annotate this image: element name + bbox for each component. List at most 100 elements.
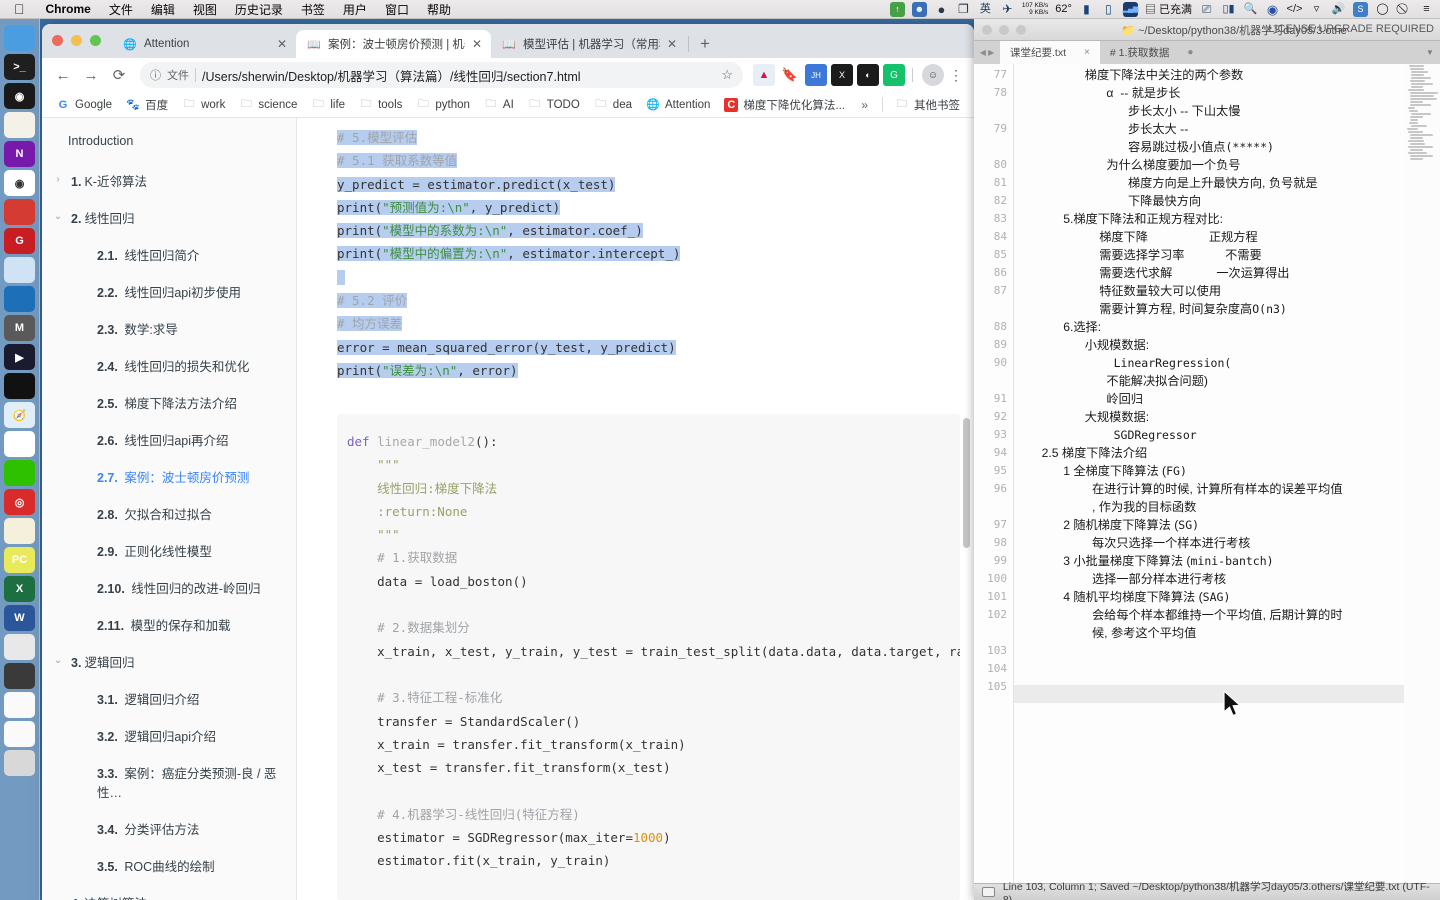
sidebar-item-2-5[interactable]: 2.5. 梯度下降法方法介绍 xyxy=(42,384,296,421)
volume-icon[interactable]: 🔊 xyxy=(1331,2,1346,17)
device-icon[interactable] xyxy=(4,663,35,689)
memory-gauge-icon[interactable]: ▮ xyxy=(1079,2,1094,17)
copy-icon[interactable]: ❐ xyxy=(956,2,971,17)
dnd-icon[interactable]: ⃠ xyxy=(1397,2,1412,17)
wechat-icon[interactable] xyxy=(4,460,35,486)
search-icon[interactable]: 🔍 xyxy=(1243,2,1258,17)
forward-button[interactable]: → xyxy=(78,62,104,88)
network-speed-indicator[interactable]: 107 KB/s 9 KB/s xyxy=(1022,2,1048,16)
sublime-editor-body[interactable]: 77 78 79 80 81 82 83 84 85 86 87 88 89 90 91 92 93 94 95 96… xyxy=(974,64,1440,883)
other-bookmarks-button[interactable]: 🗀 其他书签 xyxy=(889,95,966,115)
sidebar-item-2-3[interactable]: 2.3. 数学:求导 xyxy=(42,310,296,347)
sogou-menu-icon[interactable]: S xyxy=(1353,1,1368,17)
bookmark-star-icon[interactable]: ☆ xyxy=(721,67,733,83)
scanner-icon[interactable] xyxy=(4,634,35,660)
sidebar-item-2-1[interactable]: 2.1. 线性回归简介 xyxy=(42,236,296,273)
bookmark-item-google[interactable]: G Google xyxy=(50,96,118,114)
address-bar[interactable]: ⓘ 文件 /Users/sherwin/Desktop/机器学习（算法篇）/线性… xyxy=(140,62,743,88)
sidebar-item-3-4[interactable]: 3.4. 分类评估方法 xyxy=(42,810,296,847)
control-center-icon[interactable]: ≡ xyxy=(1419,2,1434,17)
siri-icon[interactable]: ◉ xyxy=(1265,2,1280,17)
new-tab-button[interactable]: + xyxy=(691,30,719,58)
file-icon-1[interactable] xyxy=(4,692,35,718)
close-window-button[interactable] xyxy=(982,24,992,35)
menu-bookmarks[interactable]: 书签 xyxy=(292,1,334,18)
close-icon[interactable]: × xyxy=(1084,47,1090,58)
temperature-label[interactable]: 62° xyxy=(1055,3,1072,15)
editor-tab-0[interactable]: 课堂纪要.txt × xyxy=(1000,41,1100,64)
back-button[interactable]: ← xyxy=(50,62,76,88)
netease-music-icon[interactable] xyxy=(4,199,35,225)
sidebar-item-3-1[interactable]: 3.1. 逻辑回归介绍 xyxy=(42,680,296,717)
sogou-icon[interactable]: ◉ xyxy=(4,170,35,196)
word-icon[interactable]: W xyxy=(4,605,35,631)
close-icon[interactable]: ✕ xyxy=(667,38,677,50)
minimize-window-button[interactable] xyxy=(999,24,1009,35)
dropbox-icon[interactable]: ● xyxy=(934,2,949,17)
menu-history[interactable]: 历史记录 xyxy=(226,1,292,18)
unsaved-dot-icon[interactable]: ● xyxy=(1187,47,1193,58)
document-icon[interactable] xyxy=(4,518,35,544)
sidebar-item-2-4[interactable]: 2.4. 线性回归的损失和优化 xyxy=(42,347,296,384)
chevron-down-icon[interactable]: ⌄ xyxy=(52,652,64,669)
disk-gauge-icon[interactable]: ▯ xyxy=(1101,2,1116,17)
sidebar-item-3-2[interactable]: 3.2. 逻辑回归api介绍 xyxy=(42,717,296,754)
bookmark-item-python[interactable]: 🗀 python xyxy=(410,96,476,114)
telegram-icon[interactable]: ✈ xyxy=(1000,2,1015,17)
menu-chrome[interactable]: Chrome xyxy=(37,2,100,16)
sidebar-section-1[interactable]: › 1. K-近邻算法 xyxy=(42,162,296,199)
battery-status-label[interactable]: ▤ 已充满 xyxy=(1145,1,1192,17)
apple-logo-icon[interactable]:  xyxy=(0,2,37,16)
input-method-icon[interactable]: 英 xyxy=(978,2,993,17)
maximize-window-button[interactable] xyxy=(90,35,101,46)
sidebar-toggle-icon[interactable] xyxy=(982,887,995,897)
minimap[interactable] xyxy=(1404,64,1440,883)
notes-icon[interactable] xyxy=(4,112,35,138)
bookmark-item-tools[interactable]: 🗀 tools xyxy=(353,96,408,114)
sidebar-item-2-9[interactable]: 2.9. 正则化线性模型 xyxy=(42,532,296,569)
page-scrollbar[interactable] xyxy=(963,118,972,900)
menu-window[interactable]: 窗口 xyxy=(376,1,418,18)
license-banner[interactable]: LICENSE UPGRADE REQUIRED xyxy=(1268,23,1434,35)
excel-icon[interactable]: X xyxy=(4,576,35,602)
chevron-down-icon[interactable]: ⌄ xyxy=(52,893,64,900)
obs-icon[interactable]: ◉ xyxy=(4,83,35,109)
sidebar-item-2-11[interactable]: 2.11. 模型的保存和加载 xyxy=(42,606,296,643)
airplay-icon[interactable]: ⎚ xyxy=(1199,2,1214,17)
sidebar-item-2-8[interactable]: 2.8. 欠拟合和过拟合 xyxy=(42,495,296,532)
trash-icon[interactable] xyxy=(4,750,35,776)
close-icon[interactable]: ✕ xyxy=(472,38,482,50)
sidebar-item-3-5[interactable]: 3.5. ROC曲线的绘制 xyxy=(42,847,296,884)
close-icon[interactable]: ✕ xyxy=(277,38,287,50)
sidebar-section-2[interactable]: ⌄ 2. 线性回归 xyxy=(42,199,296,236)
bookmark-item-science[interactable]: 🗀 science xyxy=(233,96,303,114)
cleaner-icon[interactable] xyxy=(4,257,35,283)
browser-tab-2[interactable]: 📖 模型评估 | 机器学习（常用科学 ✕ xyxy=(491,30,686,58)
gitee-icon[interactable]: G xyxy=(4,228,35,254)
sidebar-item-introduction[interactable]: Introduction xyxy=(42,130,296,162)
browser-tab-1[interactable]: 📖 案例：波士顿房价预测 | 机器学 ✕ xyxy=(296,30,491,58)
bookmark-item-todo[interactable]: 🗀 TODO xyxy=(522,96,586,114)
editor-tab-1[interactable]: # 1.获取数据 ● xyxy=(1099,41,1204,64)
translate-ext-icon[interactable]: ▲ xyxy=(753,64,775,86)
upload-status-icon[interactable]: ↑ xyxy=(889,1,905,17)
bookmark-item-梯度下降优化算法...[interactable]: C 梯度下降优化算法... xyxy=(718,95,851,115)
iina-icon[interactable]: ▶ xyxy=(4,344,35,370)
close-window-button[interactable] xyxy=(52,35,63,46)
menu-view[interactable]: 视图 xyxy=(184,1,226,18)
gitbook-sidebar[interactable]: Introduction › 1. K-近邻算法 ⌄ 2. 线性回归 2.1. 线性回归简介 2… xyxy=(42,118,297,900)
sidebar-section-3[interactable]: ⌄ 3. 逻辑回归 xyxy=(42,643,296,680)
neteasecloud-icon[interactable]: ◎ xyxy=(4,489,35,515)
sidebar-item-2-2[interactable]: 2.2. 线性回归api初步使用 xyxy=(42,273,296,310)
onenote-icon[interactable]: N xyxy=(4,141,35,167)
menu-edit[interactable]: 编辑 xyxy=(142,1,184,18)
editor-text[interactable]: 梯度下降法中关注的两个参数 α -- 就是步长 步长太小 -- 下山太慢 步长太大 -… xyxy=(1020,64,1402,883)
bookmarks-overflow-button[interactable]: » xyxy=(853,98,876,112)
bookmark-item-dea[interactable]: 🗀 dea xyxy=(588,96,638,114)
grammarly-ext-icon[interactable]: G xyxy=(883,64,905,86)
maximize-window-button[interactable] xyxy=(1016,24,1026,35)
minimize-window-button[interactable] xyxy=(71,35,82,46)
x-ext-icon[interactable]: X xyxy=(831,64,853,86)
sidebar-item-2-7[interactable]: 2.7. 案例：波士顿房价预测 xyxy=(42,458,296,495)
terminal-icon[interactable]: >_ xyxy=(4,54,35,80)
